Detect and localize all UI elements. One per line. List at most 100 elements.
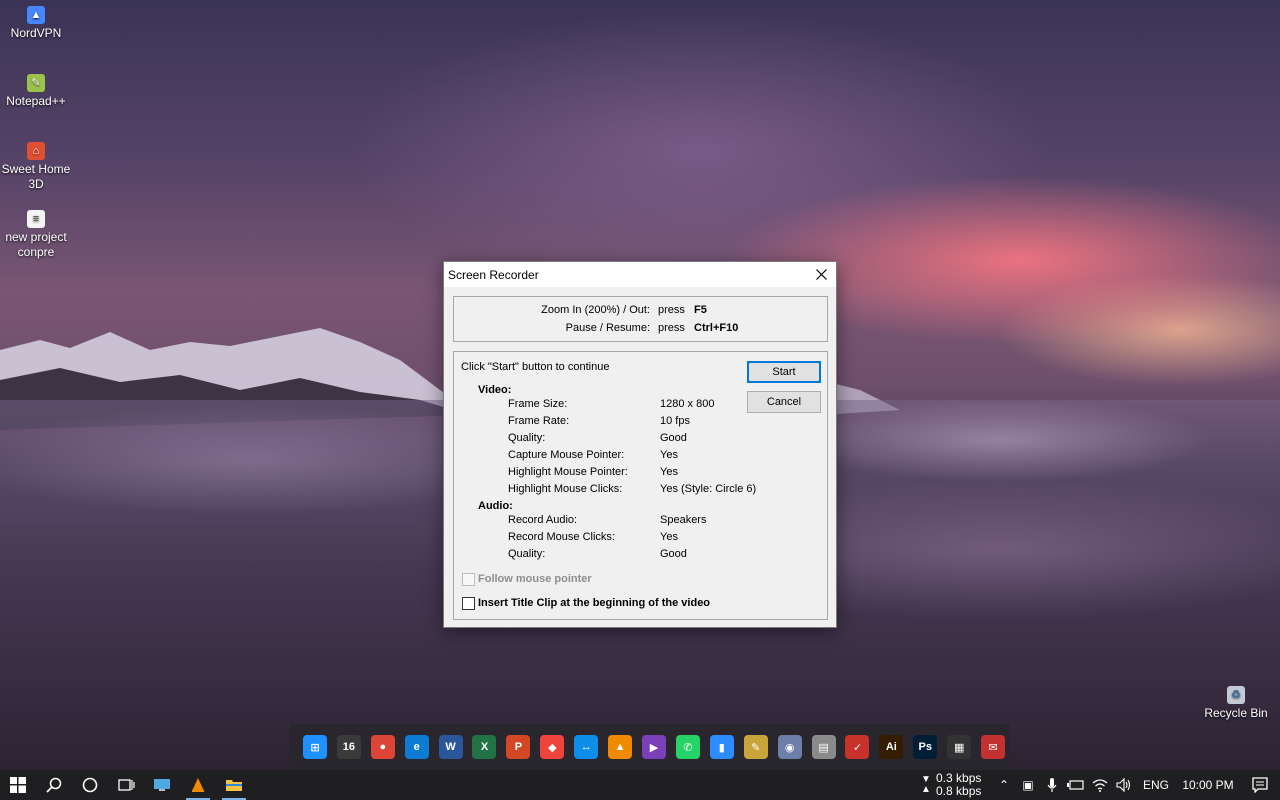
dock-app-matrix-app[interactable]: ▦ (942, 727, 976, 767)
taskbar-app-vlc[interactable] (180, 770, 216, 800)
dialog-title: Screen Recorder (448, 267, 539, 282)
recycle-bin-icon: ♻ (1227, 686, 1245, 704)
microphone-button[interactable] (1040, 770, 1064, 800)
start-button[interactable]: Start (747, 361, 821, 383)
nordvpn-icon: ▲ (27, 6, 45, 24)
net-up-text: 0.8 kbps (936, 784, 982, 798)
task-view-icon (118, 779, 135, 791)
anydesk-icon: ◆ (540, 735, 565, 759)
network-speed-readout[interactable]: 0.3 kbps 0.8 kbps (936, 772, 992, 798)
desktop-icon-label: Recycle Bin (1204, 706, 1268, 720)
cortana-button[interactable] (72, 770, 108, 800)
edge-icon: e (404, 735, 429, 759)
desktop-icon-nordvpn[interactable]: ▲ NordVPN (0, 6, 72, 41)
desktop-icon-sweet-home-3d[interactable]: ⌂ Sweet Home 3D (0, 142, 72, 192)
hotkey-row-pause: Pause / Resume: press Ctrl+F10 (454, 322, 827, 338)
desktop-icon-new-project[interactable]: ≡ new project conpre (0, 210, 72, 260)
follow-pointer-checkbox[interactable] (462, 573, 475, 586)
title-clip-label: Insert Title Clip at the beginning of th… (478, 597, 711, 609)
dialog-titlebar[interactable]: Screen Recorder (444, 262, 836, 287)
teamviewer-icon: ↔ (574, 735, 599, 759)
tray-app-icon[interactable]: ▣ (1016, 770, 1040, 800)
dock-app-edge[interactable]: e (400, 727, 434, 767)
hotkey-label: Pause / Resume: (565, 322, 650, 334)
hotkey-press: press (658, 304, 685, 316)
house-icon: ⌂ (27, 142, 45, 160)
audio-heading: Audio: (478, 500, 513, 512)
dock-app-pen-tool[interactable]: ✎ (739, 727, 773, 767)
visual-studio-icon: ▶ (642, 735, 667, 759)
matrix-app-icon: ▦ (947, 735, 972, 759)
video-setting-label: Frame Rate: (508, 415, 570, 427)
dock-app-windows[interactable]: ⊞ (298, 727, 332, 767)
close-button[interactable] (806, 262, 836, 287)
dock-app-anydesk[interactable]: ◆ (535, 727, 569, 767)
cortana-icon (82, 777, 98, 793)
title-clip-checkbox[interactable] (462, 597, 475, 610)
desktop-icon-label: NordVPN (10, 26, 62, 40)
action-center-button[interactable] (1240, 770, 1280, 800)
taskbar-app-screen-recorder[interactable] (144, 770, 180, 800)
audio-setting-label: Quality: (508, 548, 546, 560)
show-hidden-icons-button[interactable]: ⌃ (992, 770, 1016, 800)
video-heading: Video: (478, 384, 512, 396)
clock[interactable]: 10:00 PM (1176, 778, 1240, 792)
desktop-icon-notepadpp[interactable]: ✎ Notepad++ (0, 74, 72, 109)
video-setting-value: Yes (660, 449, 678, 461)
photoshop-icon: Ps (913, 735, 938, 759)
chevron-up-icon: ⌃ (998, 778, 1010, 792)
video-setting-value: 10 fps (660, 415, 690, 427)
pen-tool-icon: ✎ (743, 735, 768, 759)
wifi-icon (1092, 779, 1108, 792)
video-setting-value: Yes (660, 466, 678, 478)
dock-app-excel[interactable]: X (468, 727, 502, 767)
search-button[interactable] (36, 770, 72, 800)
wifi-button[interactable] (1088, 770, 1112, 800)
language-indicator[interactable]: ENG (1136, 778, 1176, 792)
mail-app-icon: ✉ (981, 735, 1006, 759)
document-icon: ≡ (27, 210, 45, 228)
taskbar-app-file-explorer[interactable] (216, 770, 252, 800)
cancel-button[interactable]: Cancel (747, 391, 821, 413)
hotkey-key: F5 (694, 304, 707, 316)
system-tray: ▼ ▲ 0.3 kbps 0.8 kbps ⌃ ▣ ENG 10:00 PM (916, 770, 1280, 800)
dock-app-vlc[interactable]: ▲ (603, 727, 637, 767)
dock-app-mail-app[interactable]: ✉ (976, 727, 1010, 767)
dock-app-photoshop[interactable]: Ps (908, 727, 942, 767)
audio-setting-value: Good (660, 548, 687, 560)
windows-icon (10, 777, 26, 793)
hotkey-key: Ctrl+F10 (694, 322, 739, 334)
notification-icon (1252, 777, 1268, 793)
task-view-button[interactable] (108, 770, 144, 800)
start-button[interactable] (0, 770, 36, 800)
dock-app-teamviewer[interactable]: ↔ (569, 727, 603, 767)
close-icon (815, 269, 827, 280)
audio-setting-value: Yes (660, 531, 678, 543)
illustrator-icon: Ai (879, 735, 904, 759)
microphone-icon (1047, 778, 1057, 792)
dock-app-disk-app[interactable]: ▤ (807, 727, 841, 767)
whatsapp-icon: ✆ (675, 735, 700, 759)
desktop-icon-recycle-bin[interactable]: ♻ Recycle Bin (1200, 686, 1272, 721)
video-setting-label: Highlight Mouse Clicks: (508, 483, 623, 495)
battery-button[interactable] (1064, 770, 1088, 800)
dock-app-word[interactable]: W (434, 727, 468, 767)
dock-app-maps-app[interactable]: ✓ (841, 727, 875, 767)
disk-app-icon: ▤ (811, 735, 836, 759)
notepadpp-icon: ✎ (27, 74, 45, 92)
dock-app-powerpoint[interactable]: P (501, 727, 535, 767)
desktop-icon-label: Sweet Home 3D (1, 162, 71, 191)
maps-app-icon: ✓ (845, 735, 870, 759)
app-dock: ⊞ 16 ● e W X P ◆ ↔ ▲ ▶ ✆ ▮ ✎ ◉ ▤ ✓ Ai Ps ▦ ✉ (290, 724, 1010, 770)
dock-app-car-app[interactable]: ◉ (773, 727, 807, 767)
powerpoint-icon: P (506, 735, 531, 759)
dock-app-calendar[interactable]: 16 (332, 727, 366, 767)
dock-app-illustrator[interactable]: Ai (874, 727, 908, 767)
volume-button[interactable] (1112, 770, 1136, 800)
dock-app-chrome[interactable]: ● (366, 727, 400, 767)
dock-app-visual-studio[interactable]: ▶ (637, 727, 671, 767)
dock-app-zoom[interactable]: ▮ (705, 727, 739, 767)
dock-app-whatsapp[interactable]: ✆ (671, 727, 705, 767)
hotkey-press: press (658, 322, 685, 334)
battery-saver-icon: ▣ (1022, 778, 1034, 792)
